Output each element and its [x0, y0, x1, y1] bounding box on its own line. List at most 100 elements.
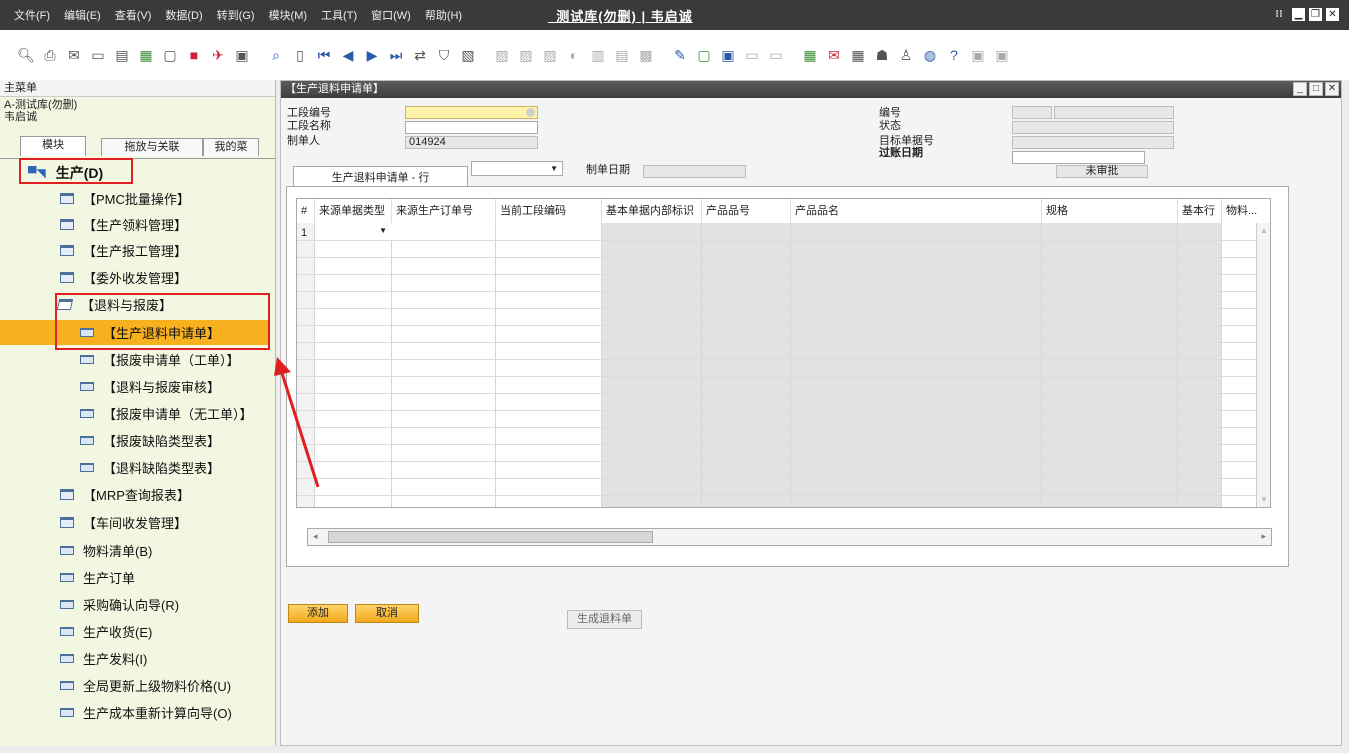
mail-icon[interactable]: ✉ [824, 45, 844, 65]
find-icon[interactable]: ⌕ [266, 45, 286, 65]
source-doc-type-select[interactable]: ▼ [315, 223, 392, 240]
previous-record-icon[interactable]: ◀ [338, 45, 358, 65]
close-icon[interactable]: ✕ [1325, 82, 1339, 96]
print-icon[interactable]: ⎙ [40, 45, 60, 65]
tree-folder[interactable]: 【MRP查询报表】 [60, 482, 190, 507]
menu-modules[interactable]: 模块(M) [262, 7, 315, 23]
org-icon[interactable]: ☗ [872, 45, 892, 65]
maximize-icon[interactable]: □ [1309, 82, 1323, 96]
close-icon[interactable]: ✕ [1326, 8, 1339, 21]
pdf-icon[interactable]: ■ [184, 45, 204, 65]
settings-icon[interactable]: ▣ [968, 45, 988, 65]
alert-icon[interactable]: ▭ [766, 45, 786, 65]
menu-view[interactable]: 查看(V) [108, 7, 159, 23]
tree-item[interactable]: 【退料与报废审核】 [80, 374, 220, 399]
message-icon[interactable]: ▭ [742, 45, 762, 65]
tree-item[interactable]: 【报废缺陷类型表】 [80, 428, 220, 453]
scroll-right-icon[interactable]: ▸ [1261, 531, 1266, 542]
tab-lines[interactable]: 生产退料申请单 - 行 [293, 166, 468, 188]
choose-from-list-icon[interactable] [526, 108, 535, 117]
tab-drag-relate[interactable]: 拖放与关联 [101, 138, 203, 156]
last-record-icon[interactable]: ⏭ [386, 45, 406, 65]
first-record-icon[interactable]: ⏮ [314, 45, 334, 65]
tree-folder[interactable]: 【委外收发管理】 [60, 265, 187, 290]
horizontal-scrollbar[interactable]: ◂ ▸ [307, 528, 1272, 546]
tree-item[interactable]: 物料清单(B) [60, 538, 152, 563]
help-icon[interactable]: ? [944, 45, 964, 65]
add-button[interactable]: 添加 [288, 604, 348, 623]
user-icon[interactable]: ♙ [896, 45, 916, 65]
preview-icon[interactable]: 🔍︎ [16, 45, 36, 65]
tree-folder[interactable]: 【PMC批量操作】 [60, 186, 190, 211]
tree-folder[interactable]: 【生产领料管理】 [60, 212, 187, 237]
gross-profit-icon[interactable]: ◐ [564, 45, 584, 65]
menu-goto[interactable]: 转到(G) [210, 7, 262, 23]
menu-data[interactable]: 数据(D) [158, 7, 209, 23]
column-header[interactable]: 当前工段编码 [496, 199, 602, 223]
base-document-icon[interactable]: ▨ [492, 45, 512, 65]
restore-icon[interactable]: ❐ [1309, 8, 1322, 21]
column-header[interactable]: 来源单据类型 [315, 199, 392, 223]
menu-edit[interactable]: 编辑(E) [57, 7, 108, 23]
launch-icon[interactable]: ✈ [208, 45, 228, 65]
tree-folder[interactable]: 【生产报工管理】 [60, 238, 187, 263]
tree-item-selected[interactable]: 【生产退料申请单】 [0, 320, 270, 345]
column-header[interactable]: 来源生产订单号 [392, 199, 496, 223]
tree-folder-open[interactable]: 【退料与报废】 [56, 292, 172, 317]
add-icon[interactable]: ▯ [290, 45, 310, 65]
generate-return-button[interactable]: 生成退料单 [567, 610, 642, 629]
sms-icon[interactable]: ▭ [88, 45, 108, 65]
column-header[interactable]: 规格 [1042, 199, 1178, 223]
column-header[interactable]: # [297, 199, 315, 223]
word-icon[interactable]: ▢ [160, 45, 180, 65]
scroll-down-icon[interactable]: ▼ [1260, 495, 1268, 504]
tree-item[interactable]: 【退料缺陷类型表】 [80, 455, 220, 480]
column-header[interactable]: 基本单据内部标识 [602, 199, 702, 223]
tree-item[interactable]: 【报废申请单（工单）】 [80, 347, 240, 372]
menu-window[interactable]: 窗口(W) [364, 7, 418, 23]
filter-icon[interactable]: ⛉ [434, 45, 454, 65]
tab-modules[interactable]: 模块 [20, 136, 86, 156]
column-header[interactable]: 物料... [1222, 199, 1270, 223]
tree-node-production[interactable]: ▀◥ 生产(D) [28, 160, 103, 185]
minimize-icon[interactable]: _ [1293, 82, 1307, 96]
menu-tools[interactable]: 工具(T) [314, 7, 364, 23]
scroll-thumb[interactable] [328, 531, 653, 543]
tree-item[interactable]: 生产发料(I) [60, 646, 147, 671]
refresh-icon[interactable]: ⇄ [410, 45, 430, 65]
tab-my-menu[interactable]: 我的菜 [203, 138, 259, 156]
tree-item[interactable]: 生产收货(E) [60, 619, 152, 644]
tree-item[interactable]: 采购确认向导(R) [60, 592, 179, 617]
stage-name-field[interactable] [405, 121, 538, 134]
minimize-icon[interactable]: ▁ [1292, 8, 1305, 21]
target-document-icon[interactable]: ▨ [516, 45, 536, 65]
payment-icon[interactable]: ▤ [612, 45, 632, 65]
copy-icon[interactable]: ▨ [540, 45, 560, 65]
scroll-left-icon[interactable]: ◂ [313, 531, 318, 542]
menu-file[interactable]: 文件(F) [0, 7, 57, 23]
lock-icon[interactable]: ▣ [232, 45, 252, 65]
volume-icon[interactable]: ▥ [588, 45, 608, 65]
cancel-button[interactable]: 取消 [355, 604, 419, 623]
series-field[interactable] [1012, 106, 1052, 119]
tree-item[interactable]: 【报废申请单（无工单）】 [80, 401, 253, 426]
stage-code-field[interactable] [405, 106, 538, 119]
calculator-icon[interactable]: ▦ [848, 45, 868, 65]
fax-icon[interactable]: ▤ [112, 45, 132, 65]
row-type-select[interactable]: ▼ [471, 161, 563, 176]
column-header[interactable]: 基本行 [1178, 199, 1222, 223]
form-settings-icon[interactable]: ✎ [670, 45, 690, 65]
tree-item[interactable]: 生产订单 [60, 565, 135, 590]
calendar-icon[interactable]: ▦ [800, 45, 820, 65]
browser-icon[interactable]: ◍ [920, 45, 940, 65]
settings2-icon[interactable]: ▣ [992, 45, 1012, 65]
scroll-up-icon[interactable]: ▲ [1260, 226, 1268, 235]
layout-icon[interactable]: ▩ [636, 45, 656, 65]
new-doc-icon[interactable]: ▣ [718, 45, 738, 65]
posting-date-field[interactable] [1012, 151, 1145, 164]
menu-help[interactable]: 帮助(H) [418, 7, 469, 23]
next-record-icon[interactable]: ▶ [362, 45, 382, 65]
email-icon[interactable]: ✉ [64, 45, 84, 65]
sort-icon[interactable]: ▧ [458, 45, 478, 65]
edit-icon[interactable]: ▢ [694, 45, 714, 65]
